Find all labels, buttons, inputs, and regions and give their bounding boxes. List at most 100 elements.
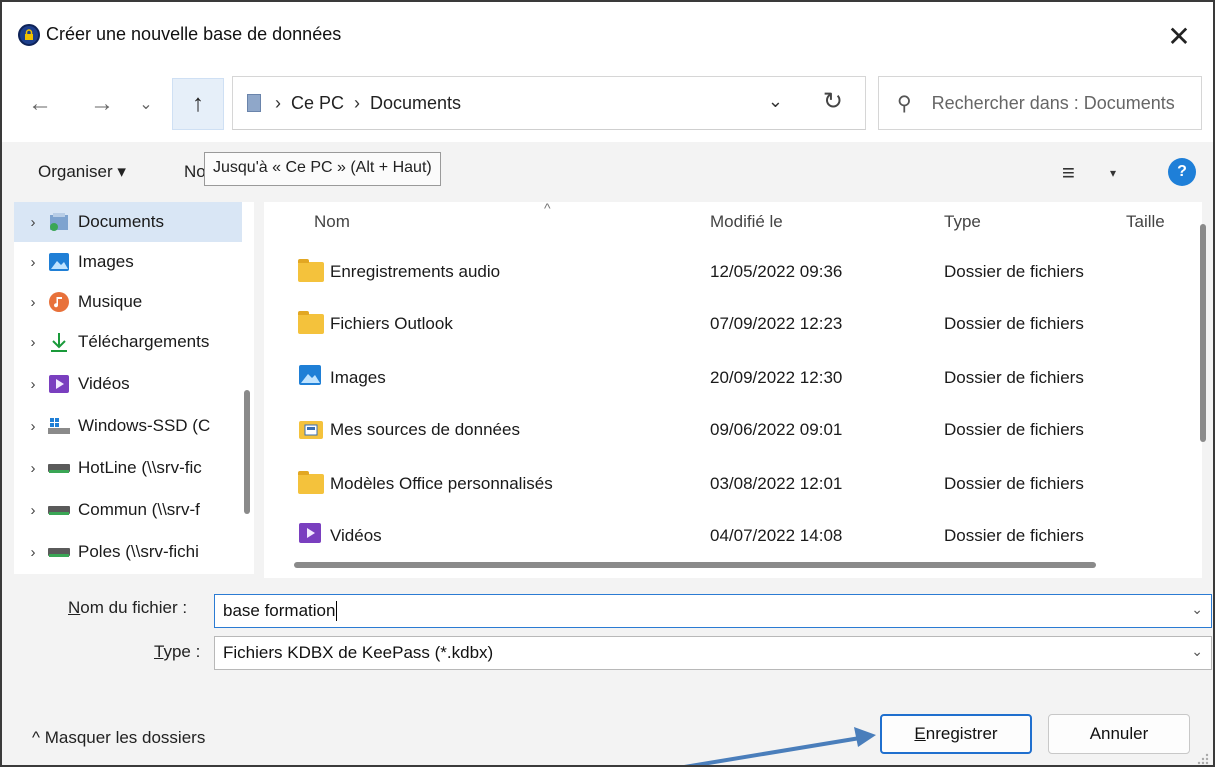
address-bar[interactable]: › Ce PC › Documents ⌄ ↻ xyxy=(232,76,866,130)
folder-icon xyxy=(298,311,324,334)
file-modified: 03/08/2022 12:01 xyxy=(710,474,843,493)
column-header-modified[interactable]: Modifié le xyxy=(710,202,783,242)
close-icon: ✕ xyxy=(1167,20,1191,52)
sort-ascending-icon: ^ xyxy=(544,202,551,216)
file-list-horizontal-scrollbar[interactable] xyxy=(294,562,1096,568)
save-button[interactable]: Enregistrer xyxy=(880,714,1032,754)
recent-locations-button[interactable]: ⌄ xyxy=(126,78,166,130)
file-type: Dossier de fichiers xyxy=(944,420,1084,439)
file-name: Fichiers Outlook xyxy=(330,314,453,333)
chevron-down-icon[interactable]: ⌄ xyxy=(1191,643,1203,660)
expand-chevron-icon[interactable]: › xyxy=(20,460,46,477)
close-button[interactable]: ✕ xyxy=(1159,16,1199,56)
tree-item-hotline[interactable]: › HotLine (\\srv-fic xyxy=(14,448,242,488)
tree-item-commun[interactable]: › Commun (\\srv-f xyxy=(14,490,242,530)
save-dialog: Créer une nouvelle base de données ✕ ← →… xyxy=(0,0,1215,767)
view-options-icon[interactable]: ≡ xyxy=(1062,160,1075,186)
network-drive-icon xyxy=(46,457,72,479)
cancel-button[interactable]: Annuler xyxy=(1048,714,1190,754)
file-type-value: Fichiers KDBX de KeePass (*.kdbx) xyxy=(223,643,494,662)
tree-item-windows-ssd[interactable]: › Windows-SSD (C xyxy=(14,406,242,446)
file-modified: 20/09/2022 12:30 xyxy=(710,368,843,387)
file-row[interactable]: Vidéos 04/07/2022 14:08 Dossier de fichi… xyxy=(264,510,1184,562)
navigation-bar: ← → ⌄ ↑ › Ce PC › Documents ⌄ ↻ ⚲ Recher… xyxy=(2,68,1213,142)
forward-button[interactable]: → xyxy=(82,78,122,130)
drive-icon xyxy=(46,415,72,437)
expand-chevron-icon[interactable]: › xyxy=(20,294,46,311)
tree-item-label: Commun (\\srv-f xyxy=(78,500,200,519)
navigation-pane-scrollbar[interactable] xyxy=(244,390,250,514)
file-name: Enregistrements audio xyxy=(330,262,501,281)
refresh-icon[interactable]: ↻ xyxy=(823,87,843,116)
keepass-lock-icon xyxy=(18,24,40,46)
expand-chevron-icon[interactable]: › xyxy=(20,418,46,435)
tree-item-videos[interactable]: › Vidéos xyxy=(14,364,242,404)
tree-item-poles[interactable]: › Poles (\\srv-fichi xyxy=(14,532,242,572)
help-icon[interactable]: ? xyxy=(1168,158,1196,186)
search-placeholder: Rechercher dans : Documents xyxy=(931,92,1175,113)
videos-folder-icon xyxy=(298,522,324,543)
chevron-down-icon[interactable]: ⌄ xyxy=(1191,601,1203,618)
expand-chevron-icon[interactable]: › xyxy=(20,254,46,271)
file-row[interactable]: Fichiers Outlook 07/09/2022 12:23 Dossie… xyxy=(264,298,1184,350)
breadcrumb-separator: › xyxy=(275,92,281,113)
file-row[interactable]: Images 20/09/2022 12:30 Dossier de fichi… xyxy=(264,352,1184,404)
new-folder-button[interactable]: No xyxy=(184,162,206,182)
file-name: Modèles Office personnalisés xyxy=(330,474,553,493)
organiser-menu[interactable]: Organiser ▾ xyxy=(38,162,126,182)
breadcrumb-ce-pc[interactable]: Ce PC xyxy=(291,93,344,114)
music-icon xyxy=(46,291,72,313)
hide-folders-button[interactable]: ^ Masquer les dossiers xyxy=(32,728,205,748)
tree-item-musique[interactable]: › Musique xyxy=(14,282,242,322)
expand-chevron-icon[interactable]: › xyxy=(20,214,46,231)
search-box[interactable]: ⚲ Rechercher dans : Documents xyxy=(878,76,1202,130)
column-header-name[interactable]: Nom xyxy=(314,202,350,242)
file-modified: 04/07/2022 14:08 xyxy=(710,526,843,545)
column-header-size[interactable]: Taille xyxy=(1126,202,1165,242)
type-label: Type : xyxy=(154,642,201,661)
file-type: Dossier de fichiers xyxy=(944,474,1084,493)
up-button[interactable]: ↑ xyxy=(172,78,224,130)
up-arrow-icon: ↑ xyxy=(192,90,204,117)
expand-chevron-icon[interactable]: › xyxy=(20,334,46,351)
file-row[interactable]: Modèles Office personnalisés 03/08/2022 … xyxy=(264,458,1184,510)
tree-item-label: Téléchargements xyxy=(78,332,210,351)
file-type: Dossier de fichiers xyxy=(944,526,1084,545)
file-row[interactable]: Mes sources de données 09/06/2022 09:01 … xyxy=(264,404,1184,456)
file-row[interactable]: Enregistrements audio 12/05/2022 09:36 D… xyxy=(264,246,1184,298)
tree-item-label: HotLine (\\srv-fic xyxy=(78,458,202,477)
expand-chevron-icon[interactable]: › xyxy=(20,376,46,393)
data-sources-folder-icon xyxy=(298,418,324,439)
command-bar: Organiser ▾ No Jusqu'à « Ce PC » (Alt + … xyxy=(2,142,1213,202)
expand-chevron-icon[interactable]: › xyxy=(20,544,46,561)
back-button[interactable]: ← xyxy=(20,78,60,130)
filename-input[interactable]: base formation ⌄ xyxy=(214,594,1212,628)
tree-item-telechargements[interactable]: › Téléchargements xyxy=(14,322,242,362)
file-list-vertical-scrollbar[interactable] xyxy=(1200,224,1206,442)
tree-item-images[interactable]: › Images xyxy=(14,242,242,282)
file-modified: 09/06/2022 09:01 xyxy=(710,420,843,439)
video-icon xyxy=(46,373,72,395)
up-button-tooltip: Jusqu'à « Ce PC » (Alt + Haut) xyxy=(204,152,441,186)
file-list: ^ Nom Modifié le Type Taille Enregistrem… xyxy=(264,202,1202,578)
file-type-select[interactable]: Fichiers KDBX de KeePass (*.kdbx) ⌄ xyxy=(214,636,1212,670)
expand-chevron-icon[interactable]: › xyxy=(20,502,46,519)
file-name: Images xyxy=(330,368,386,387)
address-dropdown-icon[interactable]: ⌄ xyxy=(768,91,783,112)
file-name: Mes sources de données xyxy=(330,420,520,439)
filename-value: base formation xyxy=(223,601,336,620)
forward-arrow-icon: → xyxy=(90,90,114,117)
folder-icon xyxy=(298,471,324,494)
column-header-type[interactable]: Type xyxy=(944,202,981,242)
breadcrumb-documents[interactable]: Documents xyxy=(370,93,461,114)
documents-location-icon xyxy=(247,94,261,112)
tree-item-label: Documents xyxy=(78,212,164,231)
resize-grip-icon[interactable] xyxy=(1195,751,1209,765)
view-dropdown-icon[interactable]: ▾ xyxy=(1110,166,1116,180)
tree-item-documents[interactable]: › Documents xyxy=(14,202,242,242)
filename-label: Nom du fichier : xyxy=(68,598,188,617)
file-type: Dossier de fichiers xyxy=(944,262,1084,281)
chevron-down-icon: ⌄ xyxy=(139,96,153,113)
title-bar: Créer une nouvelle base de données ✕ xyxy=(2,2,1213,68)
network-drive-icon xyxy=(46,499,72,521)
